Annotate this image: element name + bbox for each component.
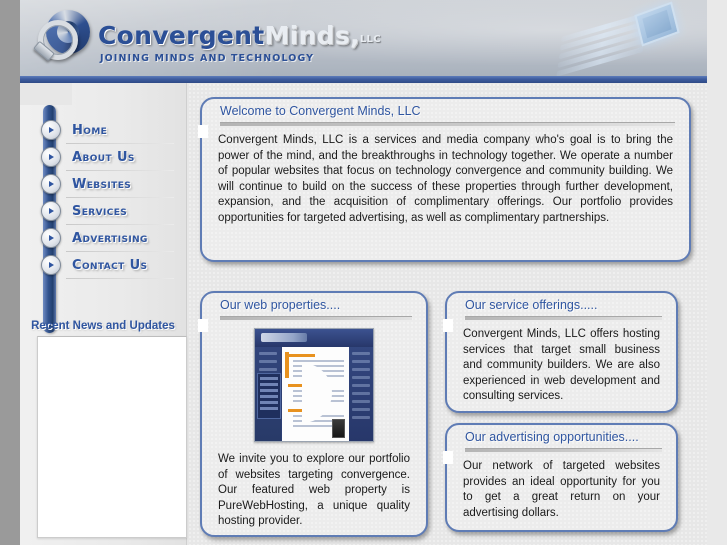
panel-body-text: Our network of targeted websites provide… <box>463 460 660 519</box>
brand-secondary: Minds, <box>264 21 360 50</box>
panel-body-text: Convergent Minds, LLC offers hosting ser… <box>463 328 660 402</box>
arrow-right-circle-icon <box>41 174 61 194</box>
thumb-sidebar <box>255 347 281 441</box>
panel-title: Our advertising opportunities.... <box>465 430 639 444</box>
page-root: ConvergentMinds,LLC JOINING MINDS AND TE… <box>0 0 727 545</box>
thumb-content <box>282 347 349 441</box>
thumb-right-rail <box>349 347 373 441</box>
sidebar-item-label: Contact Us <box>72 258 148 273</box>
sidebar-corner-notch <box>20 83 72 105</box>
panel-title-rule <box>465 448 662 452</box>
panel-title-rule <box>465 316 662 320</box>
arrow-right-circle-icon <box>41 201 61 221</box>
thumb-promo-box <box>257 373 281 419</box>
sidebar-item-advertising[interactable]: Advertising <box>20 225 186 252</box>
web-properties-panel: Our web properties.... We invite you to … <box>198 291 428 537</box>
thumb-header <box>255 329 373 347</box>
content-area: Welcome to Convergent Minds, LLC Converg… <box>187 83 707 545</box>
recent-news-panel <box>37 336 187 538</box>
recent-news-heading: Recent News and Updates <box>31 320 175 332</box>
main-navigation: Home About Us Websites Services Advertis… <box>20 117 186 279</box>
keyboard-icon <box>556 11 649 76</box>
sidebar-item-home[interactable]: Home <box>20 117 186 144</box>
computer-keyboard-graphic <box>549 0 699 76</box>
arrow-right-circle-icon <box>41 120 61 140</box>
magnifying-glass-swirl-logo[interactable] <box>33 6 96 66</box>
panel-left-notch <box>443 319 453 332</box>
sidebar-item-label: Advertising <box>72 231 148 246</box>
sidebar-item-websites[interactable]: Websites <box>20 171 186 198</box>
panel-left-notch <box>198 125 208 138</box>
monitor-icon <box>634 1 680 47</box>
brand-primary: Convergent <box>98 21 265 50</box>
sidebar-item-services[interactable]: Services <box>20 198 186 225</box>
thumb-computer-icon <box>332 419 345 438</box>
service-offerings-panel: Our service offerings..... Convergent Mi… <box>443 291 678 413</box>
brand-title: ConvergentMinds,LLC <box>98 21 381 50</box>
nav-separator <box>66 278 174 279</box>
sidebar: Home About Us Websites Services Advertis… <box>20 83 187 545</box>
arrow-right-circle-icon <box>41 255 61 275</box>
thumb-logo <box>261 333 307 342</box>
site-header: ConvergentMinds,LLC JOINING MINDS AND TE… <box>20 0 707 76</box>
sidebar-item-label: Websites <box>72 177 132 192</box>
panel-title: Our service offerings..... <box>465 298 598 312</box>
sidebar-item-label: About Us <box>72 150 135 165</box>
panel-left-notch <box>443 451 453 464</box>
welcome-panel: Welcome to Convergent Minds, LLC Converg… <box>198 97 691 262</box>
sidebar-item-label: Services <box>72 204 128 219</box>
thumbnail-wrapper <box>202 328 426 445</box>
website-screenshot-thumbnail[interactable] <box>254 328 374 442</box>
brand-tagline: JOINING MINDS AND TECHNOLOGY <box>100 53 315 64</box>
sidebar-item-label: Home <box>72 123 108 138</box>
brand-suffix: LLC <box>359 34 381 45</box>
body-area: Home About Us Websites Services Advertis… <box>20 83 707 545</box>
panel-title: Our web properties.... <box>220 298 341 312</box>
advertising-opportunities-panel: Our advertising opportunities.... Our ne… <box>443 423 678 532</box>
panel-body-text: Convergent Minds, LLC is a services and … <box>218 134 673 224</box>
panel-title-rule <box>220 122 675 126</box>
panel-title-rule <box>220 316 412 320</box>
arrow-right-circle-icon <box>41 147 61 167</box>
brand-block: ConvergentMinds,LLC JOINING MINDS AND TE… <box>98 21 381 64</box>
panel-title: Welcome to Convergent Minds, LLC <box>220 104 421 118</box>
sidebar-item-contact-us[interactable]: Contact Us <box>20 252 186 279</box>
panel-body-text: We invite you to explore our portfolio o… <box>218 453 410 527</box>
sidebar-item-about-us[interactable]: About Us <box>20 144 186 171</box>
arrow-right-circle-icon <box>41 228 61 248</box>
